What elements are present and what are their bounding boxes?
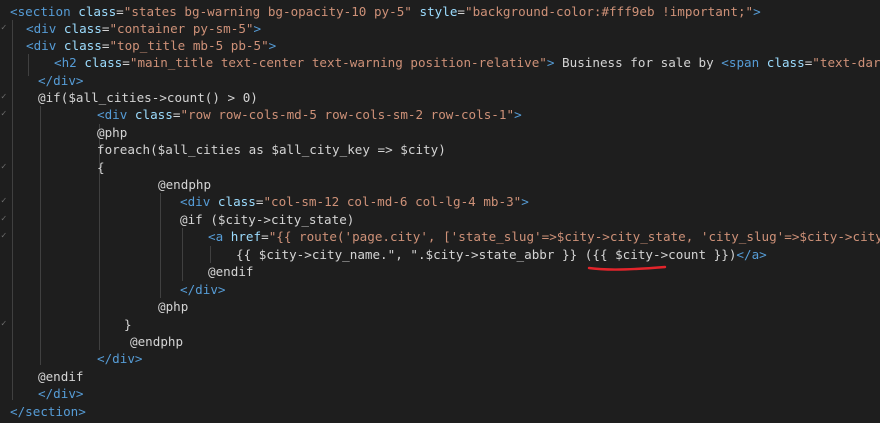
underline-stroke bbox=[587, 265, 667, 271]
code-editor[interactable]: ✓ ✓ ✓ ✓ ✓ ✓ ✓ ✓ <section class="states bg-warni… bbox=[0, 0, 880, 423]
red-underline-annotation bbox=[587, 265, 667, 271]
